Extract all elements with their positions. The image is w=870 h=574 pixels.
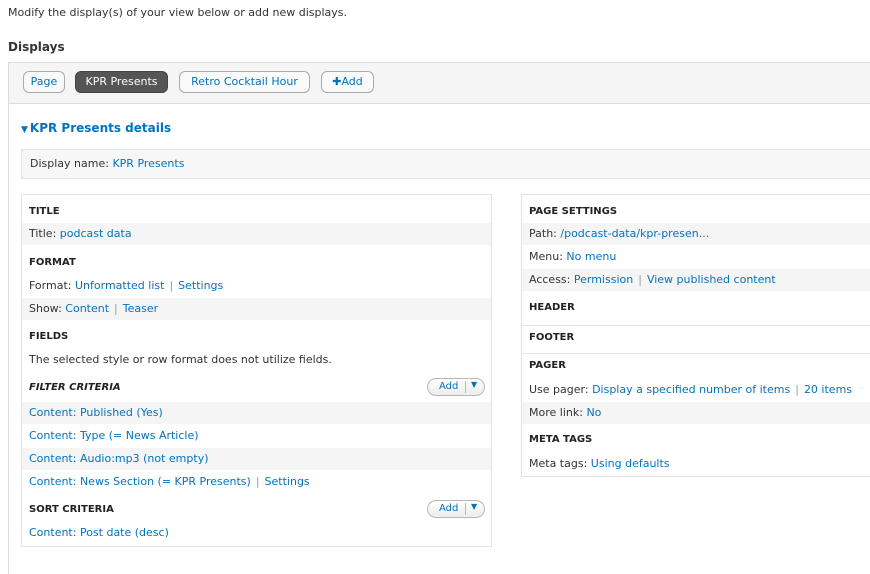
separator: | bbox=[795, 383, 799, 396]
use-pager-row: Use pager: Display a specified number of… bbox=[522, 379, 870, 401]
access-link[interactable]: Permission bbox=[574, 273, 633, 286]
more-link-row: More link: No bbox=[522, 402, 870, 424]
meta-tags-label: Meta tags: bbox=[529, 457, 588, 470]
menu-link[interactable]: No menu bbox=[566, 250, 616, 263]
divider bbox=[465, 503, 466, 515]
access-label: Access: bbox=[529, 273, 571, 286]
sort-add-button[interactable]: Add ▼ bbox=[427, 500, 485, 518]
display-details-panel: ▼ KPR Presents details Display name: KPR … bbox=[8, 104, 870, 574]
filter-link[interactable]: Content: News Section (= KPR Presents) bbox=[29, 475, 251, 488]
access-row: Access: Permission | View published conten… bbox=[522, 269, 870, 291]
filter-add-button[interactable]: Add ▼ bbox=[427, 378, 485, 396]
path-link[interactable]: /podcast-data/kpr-presen... bbox=[560, 227, 709, 240]
separator: | bbox=[114, 302, 118, 315]
format-settings-link[interactable]: Settings bbox=[178, 279, 223, 292]
header-section-heading: HEADER bbox=[529, 302, 575, 313]
tab-kpr-presents[interactable]: KPR Presents bbox=[75, 71, 168, 93]
chevron-down-icon[interactable]: ▼ bbox=[471, 380, 477, 389]
show-link[interactable]: Content bbox=[65, 302, 109, 315]
filter-link[interactable]: Content: Published (Yes) bbox=[29, 406, 163, 419]
menu-row: Menu: No menu bbox=[522, 246, 870, 268]
sort-add-label: Add bbox=[439, 503, 459, 514]
format-label: Format: bbox=[29, 279, 72, 292]
filter-criteria-heading: FILTER CRITERIA bbox=[29, 382, 121, 393]
filter-item: Content: Audio:mp3 (not empty) bbox=[22, 448, 491, 470]
chevron-down-icon[interactable]: ▼ bbox=[471, 502, 477, 511]
meta-tags-row: Meta tags: Using defaults bbox=[522, 453, 870, 475]
separator: | bbox=[169, 279, 174, 292]
use-pager-label: Use pager: bbox=[529, 383, 589, 396]
footer-section-heading: FOOTER bbox=[522, 325, 870, 347]
left-column: TITLE Title: podcast data FORMAT Format:… bbox=[21, 194, 492, 547]
divider bbox=[465, 381, 466, 393]
display-name-label: Display name: bbox=[30, 157, 109, 170]
path-row: Path: /podcast-data/kpr-presen... bbox=[522, 223, 870, 245]
menu-label: Menu: bbox=[529, 250, 563, 263]
separator: | bbox=[255, 475, 260, 488]
access-view-link[interactable]: View published content bbox=[647, 273, 776, 286]
details-title-label: KPR Presents details bbox=[29, 121, 172, 135]
use-pager-link[interactable]: Display a specified number of items bbox=[592, 383, 790, 396]
tab-page[interactable]: Page bbox=[23, 71, 65, 93]
more-link-link[interactable]: No bbox=[586, 406, 601, 419]
right-column: PAGE SETTINGS Path: /podcast-data/kpr-pr… bbox=[521, 194, 870, 477]
page-intro: Modify the display(s) of your view below… bbox=[8, 6, 348, 19]
fields-section-heading: FIELDS bbox=[29, 331, 69, 342]
pager-items-link[interactable]: 20 items bbox=[804, 383, 852, 396]
more-link-label: More link: bbox=[529, 406, 583, 419]
meta-tags-link[interactable]: Using defaults bbox=[591, 457, 670, 470]
separator: | bbox=[638, 273, 642, 286]
meta-tags-heading: META TAGS bbox=[529, 434, 593, 445]
title-section-heading: TITLE bbox=[29, 206, 60, 217]
format-row: Format: Unformatted list | Settings bbox=[22, 275, 491, 297]
title-label: Title: bbox=[29, 227, 57, 240]
fields-note: The selected style or row format does no… bbox=[29, 353, 332, 366]
displays-heading: Displays bbox=[8, 40, 65, 54]
filter-item: Content: News Section (= KPR Presents) | S… bbox=[22, 471, 491, 493]
display-tabs: Page KPR Presents Retro Cocktail Hour ✚A… bbox=[8, 62, 870, 104]
filter-item: Content: Type (= News Article) bbox=[22, 425, 491, 447]
filter-settings-link[interactable]: Settings bbox=[265, 475, 310, 488]
title-row: Title: podcast data bbox=[22, 223, 491, 245]
show-row: Show: Content | Teaser bbox=[22, 298, 491, 320]
format-section-heading: FORMAT bbox=[29, 257, 76, 268]
sort-link[interactable]: Content: Post date (desc) bbox=[29, 526, 169, 539]
display-name-row: Display name: KPR Presents bbox=[21, 149, 870, 179]
page-settings-heading: PAGE SETTINGS bbox=[529, 206, 618, 217]
filter-add-label: Add bbox=[439, 381, 459, 392]
sort-item: Content: Post date (desc) bbox=[22, 522, 491, 544]
title-link[interactable]: podcast data bbox=[60, 227, 132, 240]
add-display-button[interactable]: ✚Add bbox=[321, 71, 374, 93]
add-display-label: Add bbox=[341, 75, 363, 88]
display-name-link[interactable]: KPR Presents bbox=[112, 157, 184, 170]
show-teaser-link[interactable]: Teaser bbox=[123, 302, 158, 315]
triangle-down-icon: ▼ bbox=[21, 125, 28, 135]
filter-link[interactable]: Content: Type (= News Article) bbox=[29, 429, 199, 442]
format-link[interactable]: Unformatted list bbox=[75, 279, 164, 292]
pager-section-heading: PAGER bbox=[522, 353, 870, 375]
details-toggle[interactable]: ▼ KPR Presents details bbox=[21, 121, 171, 135]
tab-retro-cocktail-hour[interactable]: Retro Cocktail Hour bbox=[179, 71, 310, 93]
filter-link[interactable]: Content: Audio:mp3 (not empty) bbox=[29, 452, 209, 465]
filter-item: Content: Published (Yes) bbox=[22, 402, 491, 424]
show-label: Show: bbox=[29, 302, 62, 315]
sort-criteria-heading: SORT CRITERIA bbox=[29, 504, 114, 515]
path-label: Path: bbox=[529, 227, 557, 240]
